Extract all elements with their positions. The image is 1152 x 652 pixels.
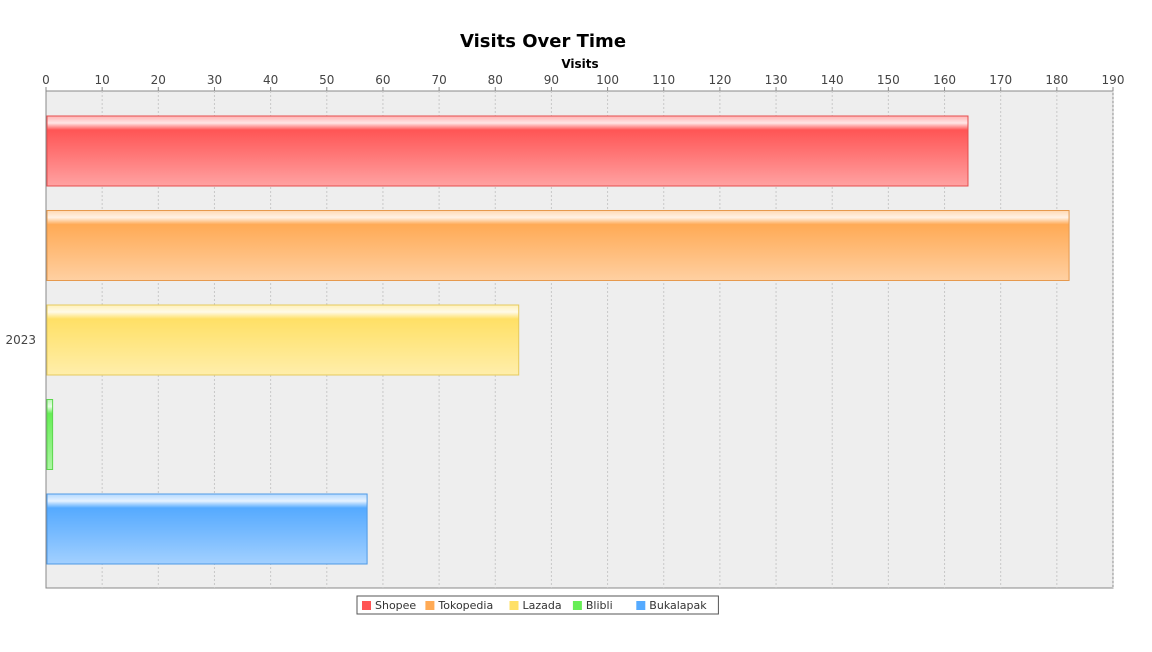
legend-label-bukalapak: Bukalapak: [649, 599, 707, 612]
legend-swatch-bukalapak: [636, 601, 646, 610]
x-tick-label: 80: [488, 73, 503, 87]
x-tick-label: 180: [1045, 73, 1068, 87]
y-tick-label: 2023: [5, 333, 36, 347]
legend-swatch-lazada: [509, 601, 519, 610]
bar-lazada: [46, 304, 520, 376]
bar-blibli: [46, 399, 54, 470]
x-tick-label: 70: [431, 73, 446, 87]
x-tick-label: 90: [544, 73, 559, 87]
legend-label-blibli: Blibli: [586, 599, 613, 612]
legend: Shopee Tokopedia Lazada Blibli Bukalapak: [356, 595, 719, 615]
legend-swatch-shopee: [362, 601, 371, 610]
chart-svg: Visits Over Time Visits 0 10 20 30 40 50 60 70 8…: [5, 31, 1124, 615]
legend-label-lazada: Lazada: [523, 599, 562, 612]
x-tick-label: 10: [95, 73, 110, 87]
x-tick-label: 150: [877, 73, 900, 87]
x-tick-label: 170: [989, 73, 1012, 87]
x-tick-label: 140: [821, 73, 844, 87]
legend-swatch-blibli: [572, 601, 582, 610]
legend-label-shopee: Shopee: [375, 599, 416, 612]
x-tick-label: 50: [319, 73, 334, 87]
x-tick-label: 30: [207, 73, 222, 87]
x-tick-label: 40: [263, 73, 278, 87]
x-tick-label: 60: [375, 73, 390, 87]
bar-bukalapak: [46, 493, 368, 565]
x-tick-label: 130: [765, 73, 788, 87]
x-tick-label: 0: [42, 73, 50, 87]
bar-shopee: [46, 115, 969, 187]
chart-title: Visits Over Time: [460, 31, 626, 52]
y-axis: 2023: [5, 333, 36, 347]
x-tick-label: 190: [1102, 73, 1125, 87]
chart-root: Visits Over Time Visits 0 10 20 30 40 50 60 70 8…: [0, 0, 1152, 648]
x-tick-label: 110: [652, 73, 675, 87]
x-tick-label: 100: [596, 73, 619, 87]
legend-label-tokopedia: Tokopedia: [437, 599, 493, 612]
x-axis: 0 10 20 30 40 50 60 70 80 90 100 110 120 130 140 150 160…: [42, 73, 1124, 91]
x-axis-label: Visits: [561, 57, 598, 71]
x-tick-label: 20: [151, 73, 166, 87]
legend-swatch-tokopedia: [425, 601, 435, 610]
x-tick-label: 160: [933, 73, 956, 87]
x-tick-label: 120: [708, 73, 731, 87]
bar-tokopedia: [46, 210, 1070, 281]
